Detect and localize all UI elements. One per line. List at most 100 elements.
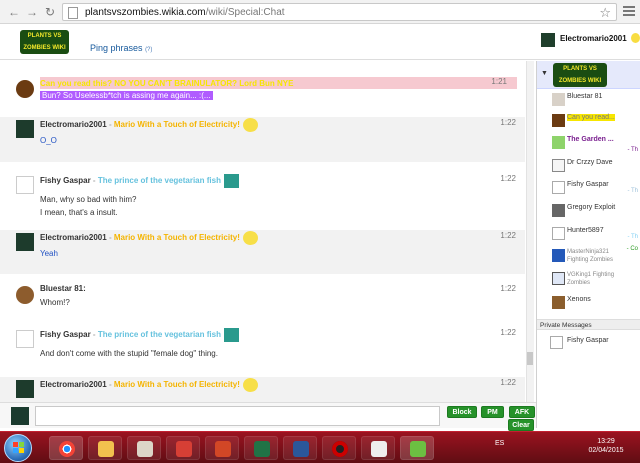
taskbar-word-button[interactable] (283, 436, 317, 460)
user-sidebar[interactable]: ▼ PLANTS VS ZOMBIES WIKI Bluestar 81 Can… (536, 61, 640, 428)
private-message-user[interactable]: Fishy Gaspar (537, 334, 640, 352)
user-avatar (552, 272, 565, 285)
user-avatar[interactable] (16, 120, 34, 138)
word-icon (293, 441, 309, 457)
taskbar-excel-button[interactable] (244, 436, 278, 460)
room-logo: PLANTS VS ZOMBIES WIKI (553, 63, 607, 87)
message-author: Fishy Gaspar - The prince of the vegetar… (40, 174, 239, 188)
chat-messages[interactable]: Can you read this? NO YOU CAN'T BRAINULA… (0, 61, 525, 402)
chat-scrollbar-thumb[interactable] (527, 352, 533, 365)
excel-icon (254, 441, 270, 457)
taskbar-powerpoint-button[interactable] (205, 436, 239, 460)
taskbar-media-button[interactable] (361, 436, 395, 460)
message-author: Electromario2001 - Mario With a Touch of… (40, 231, 258, 245)
url-text: plantsvszombies.wikia.com/wiki/Special:C… (85, 7, 285, 18)
system-tray: ES (495, 440, 505, 447)
sidebar-user[interactable]: Can you read... (537, 111, 640, 133)
current-user-avatar[interactable] (541, 33, 555, 47)
chat-message-6: Fishy Gaspar - The prince of the vegetar… (0, 327, 525, 367)
message-text: I mean, that's a insult. (40, 208, 118, 217)
user-avatar (552, 159, 565, 172)
taskbar-game-button[interactable] (400, 436, 434, 460)
ping-phrases-link[interactable]: Ping phrases (?) (90, 43, 152, 53)
sidebar-user[interactable]: Hunter5897 - Th (537, 224, 640, 246)
sidebar-user[interactable]: Xenons (537, 293, 640, 315)
user-avatar (552, 181, 565, 194)
fish-avatar[interactable] (16, 176, 34, 194)
chat-message-7: Electromario2001 - Mario With a Touch of… (0, 377, 525, 402)
bookmark-star-icon[interactable]: ☆ (599, 5, 611, 21)
fish-avatar[interactable] (16, 330, 34, 348)
lightning-badge-icon (242, 118, 258, 132)
hedgehog-avatar[interactable] (16, 286, 34, 304)
media-icon (371, 441, 387, 457)
message-time: 1:21 (491, 77, 507, 86)
message-text: Man, why so bad with him? (40, 195, 137, 204)
chat-message-3: Fishy Gaspar - The prince of the vegetar… (0, 173, 525, 224)
chrome-icon (59, 441, 75, 457)
chat-header: PLANTS VS ZOMBIES WIKI Ping phrases (?) … (0, 24, 640, 60)
user-avatar[interactable] (16, 233, 34, 251)
browser-menu-icon[interactable] (623, 4, 635, 19)
hedgehog-avatar[interactable] (16, 80, 34, 98)
message-author: Electromario2001 - Mario With a Touch of… (40, 118, 258, 132)
start-icon[interactable] (4, 434, 32, 462)
clear-button[interactable]: Clear (508, 419, 534, 431)
taskbar-paint-button[interactable] (127, 436, 161, 460)
chat-scrollbar[interactable] (526, 61, 534, 402)
message-time: 1:22 (500, 328, 516, 337)
message-text: Yeah (40, 249, 58, 258)
taskbar-chrome-button[interactable] (49, 436, 83, 460)
page-icon (68, 7, 78, 19)
user-avatar (552, 136, 565, 149)
sidebar-user[interactable]: Fishy Gaspar - Th (537, 178, 640, 200)
game-icon (410, 441, 426, 457)
message-text: Whom!? (40, 298, 70, 307)
wiki-logo[interactable]: PLANTS VS ZOMBIES WIKI (20, 30, 69, 54)
forward-icon[interactable]: → (24, 4, 40, 20)
fish-badge-icon (223, 174, 239, 188)
room-card[interactable]: ▼ PLANTS VS ZOMBIES WIKI (537, 61, 640, 89)
sidebar-user[interactable]: Gregory Exploit (537, 201, 640, 223)
record-icon (332, 441, 348, 457)
user-avatar (552, 249, 565, 262)
user-avatar (552, 296, 565, 309)
message-time: 1:22 (500, 378, 516, 387)
sidebar-user[interactable]: MasterNinja321 Fighting Zombies - Co (537, 246, 640, 268)
sidebar-user[interactable]: The Garden ... - Th (537, 133, 640, 155)
message-input[interactable] (35, 406, 440, 426)
message-time: 1:22 (500, 174, 516, 183)
message-line: Bun? So Uselessb*tch is assing me again.… (40, 91, 213, 100)
sidebar-user[interactable]: VGKing1 Fighting Zombies (537, 269, 640, 291)
chat-message-2: Electromario2001 - Mario With a Touch of… (0, 117, 525, 162)
message-text: O_O (40, 136, 57, 145)
reload-icon[interactable]: ↻ (42, 4, 58, 20)
sidebar-user[interactable]: Bluestar 81 (537, 90, 640, 112)
user-avatar (552, 204, 565, 217)
chat-message-5: Bluestar 81: Whom!? 1:22 (0, 283, 525, 319)
back-icon[interactable]: ← (6, 4, 22, 20)
taskbar-tool-button[interactable] (166, 436, 200, 460)
block-button[interactable]: Block (447, 406, 477, 418)
current-user-badge-icon (631, 33, 640, 43)
user-avatar (550, 336, 563, 349)
collapse-caret-icon[interactable]: ▼ (541, 70, 548, 77)
message-time: 1:22 (500, 231, 516, 240)
address-bar[interactable]: plantsvszombies.wikia.com/wiki/Special:C… (62, 3, 617, 21)
user-avatar (552, 114, 565, 127)
taskbar-folder-button[interactable] (88, 436, 122, 460)
system-clock[interactable]: 13:29 02/04/2015 (588, 437, 624, 455)
taskbar-record-button[interactable] (322, 436, 356, 460)
pm-button[interactable]: PM (481, 406, 504, 418)
message-time: 1:22 (500, 118, 516, 127)
user-avatar (552, 93, 565, 106)
chat-message-4: Electromario2001 - Mario With a Touch of… (0, 230, 525, 274)
user-avatar (552, 227, 565, 240)
message-author: Electromario2001 - Mario With a Touch of… (40, 378, 258, 392)
sidebar-user[interactable]: Dr Crzzy Dave (537, 156, 640, 178)
fish-badge-icon (223, 328, 239, 342)
afk-button[interactable]: AFK (509, 406, 535, 418)
current-user-name[interactable]: Electromario2001 (560, 34, 627, 43)
tool-icon (176, 441, 192, 457)
user-avatar[interactable] (16, 380, 34, 398)
